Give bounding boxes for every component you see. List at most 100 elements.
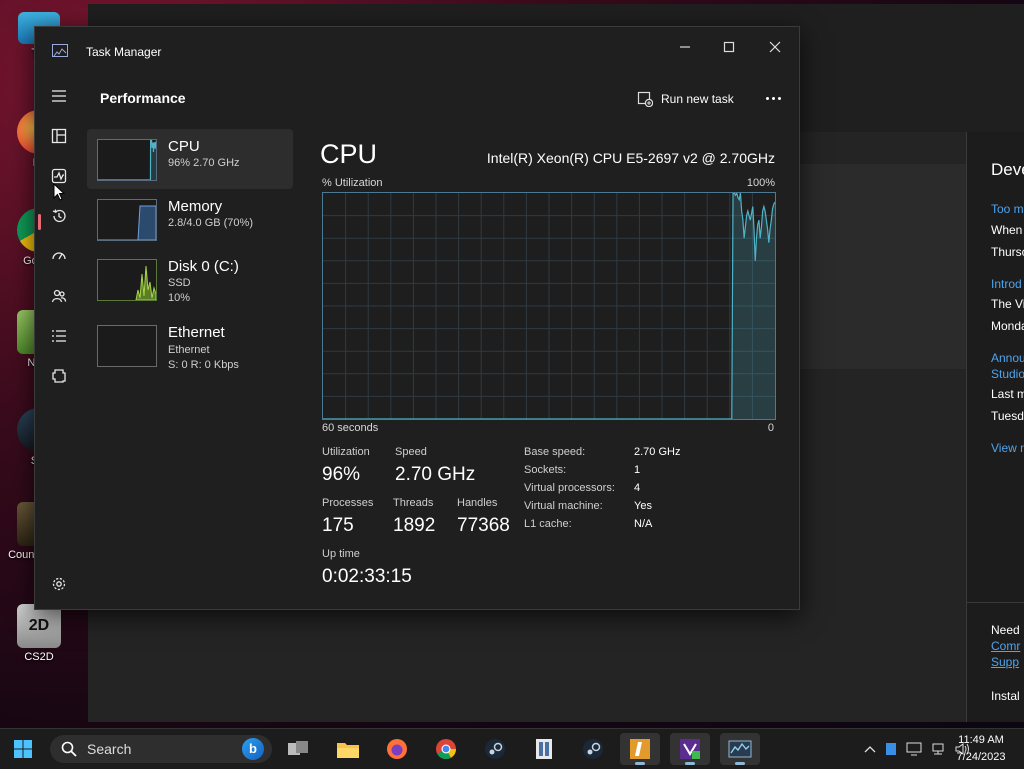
minimize-button[interactable] — [662, 33, 708, 61]
nav-app-history[interactable] — [41, 200, 77, 232]
news-pane-divider — [967, 602, 1024, 603]
bing-icon[interactable]: b — [242, 738, 264, 760]
search-placeholder: Search — [87, 741, 132, 757]
resource-name: Memory — [168, 198, 223, 215]
taskbar-cs-app[interactable] — [620, 733, 660, 765]
file-explorer-icon — [337, 743, 359, 758]
utilization-label: Utilization — [322, 446, 370, 458]
nav-processes[interactable] — [41, 120, 77, 152]
maximize-button[interactable] — [706, 33, 752, 61]
visual-studio-installer-icon — [680, 739, 700, 759]
cpu-detail-pane: CPU Intel(R) Xeon(R) CPU E5-2697 v2 @ 2.… — [305, 123, 799, 609]
hamburger-menu-button[interactable] — [41, 80, 77, 112]
taskbar-steam[interactable] — [475, 733, 515, 765]
run-new-task-label: Run new task — [661, 92, 734, 106]
chevron-up-icon[interactable] — [864, 744, 876, 754]
handles-label: Handles — [457, 497, 498, 509]
news-text: When — [991, 223, 1023, 237]
resource-list: CPU 96% 2.70 GHz Memory 2.8/4.0 GB (70%)… — [87, 129, 293, 389]
minimize-icon — [680, 46, 690, 48]
disk-thumbnail-graph — [97, 259, 157, 301]
taskbar: Search b 11:49 AM 7/24/2023 — [0, 728, 1024, 769]
more-options-button[interactable] — [759, 87, 787, 109]
resource-name: CPU — [168, 138, 200, 155]
nav-settings[interactable] — [41, 568, 77, 600]
running-indicator — [685, 762, 695, 765]
cpu-usage-area — [98, 140, 156, 180]
memory-thumbnail-graph — [97, 199, 157, 241]
cpu-model-name: Intel(R) Xeon(R) CPU E5-2697 v2 @ 2.70GH… — [486, 150, 775, 166]
resource-item-memory[interactable]: Memory 2.8/4.0 GB (70%) — [87, 189, 293, 249]
taskbar-visual-studio-installer[interactable] — [670, 733, 710, 765]
sockets-value: 1 — [634, 464, 641, 476]
graph-y-label: % Utilization — [322, 177, 383, 189]
clock-time: 11:49 AM — [958, 734, 1004, 746]
graph-x-label: 60 seconds — [322, 422, 379, 434]
window-title: Task Manager — [86, 45, 162, 59]
taskbar-file-explorer[interactable] — [328, 733, 368, 765]
cs2d-icon: 2D — [17, 604, 61, 648]
taskbar-chrome[interactable] — [426, 733, 466, 765]
sockets-label: Sockets: — [524, 464, 567, 476]
close-icon — [769, 41, 781, 53]
news-link[interactable]: Too m — [991, 202, 1024, 216]
nav-details[interactable] — [41, 320, 77, 352]
graph-x-min-label: 0 — [767, 422, 774, 434]
news-pane-title: Deve — [991, 160, 1024, 179]
desktop-icon-cs2d[interactable]: 2D CS2D — [4, 604, 74, 663]
more-options-icon — [765, 96, 769, 100]
threads-value: 1892 — [393, 515, 436, 536]
run-new-task-button[interactable]: Run new task — [637, 88, 734, 110]
taskbar-search-box[interactable]: Search b — [50, 735, 272, 763]
taskbar-steam-2[interactable] — [573, 733, 613, 765]
resource-item-cpu[interactable]: CPU 96% 2.70 GHz — [87, 129, 293, 189]
run-new-task-icon — [637, 91, 653, 107]
news-date: Tuesda — [991, 409, 1024, 423]
taskbar-firefox[interactable] — [377, 733, 417, 765]
taskbar-task-manager[interactable] — [720, 733, 760, 765]
resource-item-disk[interactable]: Disk 0 (C:) SSD 10% — [87, 249, 293, 309]
start-button[interactable] — [3, 733, 43, 765]
resource-name: Ethernet — [168, 324, 225, 341]
startup-apps-icon — [52, 252, 66, 260]
page-title: Performance — [100, 90, 186, 106]
footer-link[interactable]: Supp — [991, 655, 1019, 669]
taskbar-clock[interactable]: 11:49 AM 7/24/2023 — [946, 732, 1016, 766]
l1-cache-label: L1 cache: — [524, 518, 572, 530]
title-bar[interactable]: Task Manager — [35, 27, 799, 73]
taskbar-book-app[interactable] — [524, 733, 564, 765]
resource-detail: 2.8/4.0 GB (70%) — [168, 217, 253, 229]
close-button[interactable] — [752, 33, 798, 61]
detail-title: CPU — [320, 139, 378, 169]
tray-app-icon[interactable] — [884, 742, 898, 756]
news-date: Monda — [991, 319, 1024, 333]
base-speed-label: Base speed: — [524, 446, 586, 458]
monitor-icon[interactable] — [906, 742, 922, 756]
resource-detail: S: 0 R: 0 Kbps — [168, 359, 239, 371]
news-link[interactable]: Introd — [991, 277, 1022, 291]
running-indicator — [635, 762, 645, 765]
speed-value: 2.70 GHz — [395, 464, 476, 485]
nav-users[interactable] — [41, 280, 77, 312]
processes-value: 175 — [322, 515, 354, 536]
news-date: Thursc — [991, 245, 1024, 259]
cpu-thumbnail-graph — [97, 139, 157, 181]
news-link[interactable]: Studio — [991, 367, 1024, 381]
steam-icon — [485, 739, 505, 759]
speed-label: Speed — [395, 446, 427, 458]
network-icon[interactable] — [930, 742, 946, 756]
processes-label: Processes — [322, 497, 374, 509]
nav-startup-apps[interactable] — [41, 240, 77, 272]
footer-link[interactable]: Comr — [991, 639, 1020, 653]
chrome-icon — [436, 739, 457, 760]
nav-services[interactable] — [41, 360, 77, 392]
resource-item-ethernet[interactable]: Ethernet Ethernet S: 0 R: 0 Kbps — [87, 315, 293, 375]
news-link[interactable]: Annou — [991, 351, 1024, 365]
virtual-machine-label: Virtual machine: — [524, 500, 603, 512]
resource-detail: Ethernet — [168, 344, 210, 356]
taskbar-task-view[interactable] — [278, 733, 318, 765]
footer-text: Need — [991, 623, 1020, 637]
task-manager-icon — [728, 740, 752, 758]
view-more-link[interactable]: View n — [991, 441, 1024, 455]
cpu-usage-line — [98, 140, 156, 180]
